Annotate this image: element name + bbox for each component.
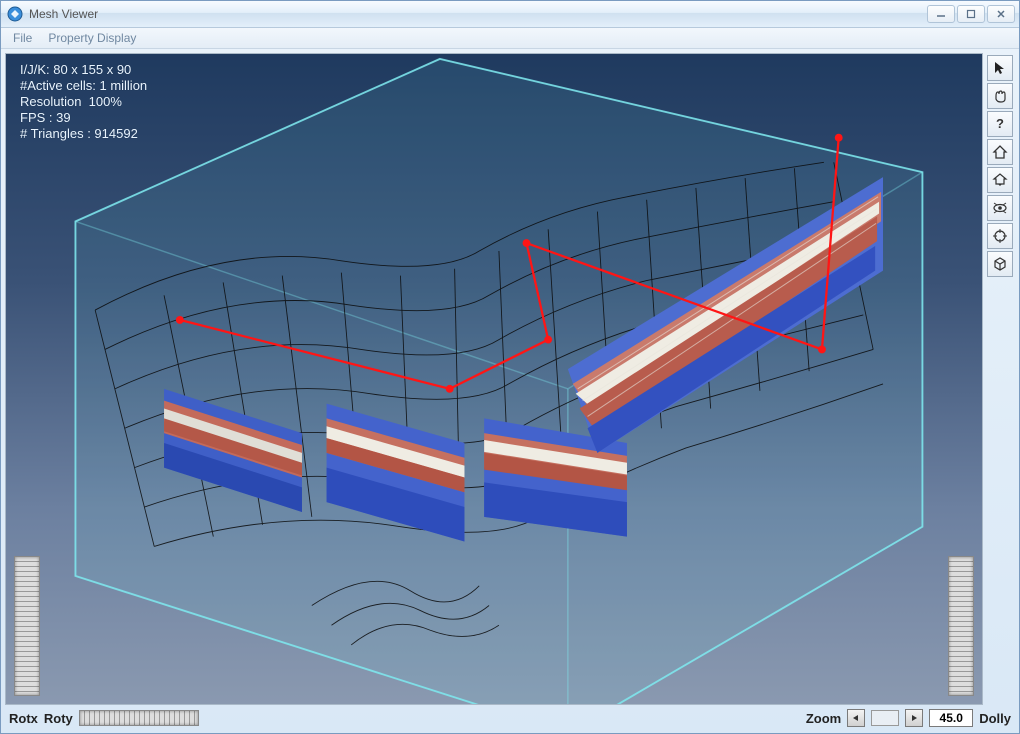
hud-triangles: # Triangles : 914592 <box>20 126 138 141</box>
minimize-button[interactable] <box>927 5 955 23</box>
hud-ijk: I/J/K: 80 x 155 x 90 <box>20 62 131 77</box>
hud-resolution: Resolution 100% <box>20 94 122 109</box>
pan-tool[interactable] <box>987 83 1013 109</box>
close-button[interactable] <box>987 5 1015 23</box>
home-icon <box>992 144 1008 160</box>
hand-icon <box>992 88 1008 104</box>
set-home-tool[interactable] <box>987 167 1013 193</box>
bottom-bar: Rotx Roty Zoom 45.0 Dolly <box>3 707 1017 731</box>
triangle-right-icon <box>910 714 918 722</box>
zoom-label: Zoom <box>806 711 841 726</box>
zoom-left-button[interactable] <box>847 709 865 727</box>
window-title: Mesh Viewer <box>29 7 927 21</box>
zoom-right-button[interactable] <box>905 709 923 727</box>
zoom-slider-track[interactable] <box>871 710 899 726</box>
svg-text:?: ? <box>996 116 1004 131</box>
crosshair-icon <box>992 228 1008 244</box>
perspective-tool[interactable] <box>987 251 1013 277</box>
rotx-label: Rotx <box>9 711 38 726</box>
thumbwheel-dolly[interactable] <box>948 556 974 696</box>
app-icon <box>7 6 23 22</box>
view-all-tool[interactable] <box>987 195 1013 221</box>
pointer-tool[interactable] <box>987 55 1013 81</box>
triangle-left-icon <box>852 714 860 722</box>
zoom-value-field[interactable]: 45.0 <box>929 709 973 727</box>
window-controls <box>927 5 1015 23</box>
home-arrow-icon <box>992 172 1008 188</box>
home-tool[interactable] <box>987 139 1013 165</box>
thumbwheel-rotx[interactable] <box>14 556 40 696</box>
dolly-label: Dolly <box>979 711 1011 726</box>
hud-active-cells: #Active cells: 1 million <box>20 78 147 93</box>
bounding-box <box>75 59 922 704</box>
menu-file[interactable]: File <box>5 28 40 48</box>
app-window: Mesh Viewer File Property Display <box>0 0 1020 734</box>
seek-tool[interactable] <box>987 223 1013 249</box>
content-area: I/J/K: 80 x 155 x 90 #Active cells: 1 mi… <box>1 49 1019 733</box>
hud-fps: FPS : 39 <box>20 110 71 125</box>
menu-property-display[interactable]: Property Display <box>40 28 144 48</box>
menubar: File Property Display <box>1 28 1019 49</box>
viewport-scene <box>6 54 982 704</box>
side-toolbar: ? <box>985 53 1015 705</box>
eye-icon <box>992 200 1008 216</box>
pointer-icon <box>992 60 1008 76</box>
question-icon: ? <box>992 116 1008 132</box>
titlebar: Mesh Viewer <box>1 1 1019 28</box>
help-tool[interactable]: ? <box>987 111 1013 137</box>
viewport-3d[interactable]: I/J/K: 80 x 155 x 90 #Active cells: 1 mi… <box>5 53 983 705</box>
viewer-row: I/J/K: 80 x 155 x 90 #Active cells: 1 mi… <box>3 51 1017 707</box>
roty-label: Roty <box>44 711 73 726</box>
cube-icon <box>992 256 1008 272</box>
thumbwheel-roty[interactable] <box>79 710 199 726</box>
maximize-button[interactable] <box>957 5 985 23</box>
viewport-hud: I/J/K: 80 x 155 x 90 #Active cells: 1 mi… <box>20 62 147 142</box>
